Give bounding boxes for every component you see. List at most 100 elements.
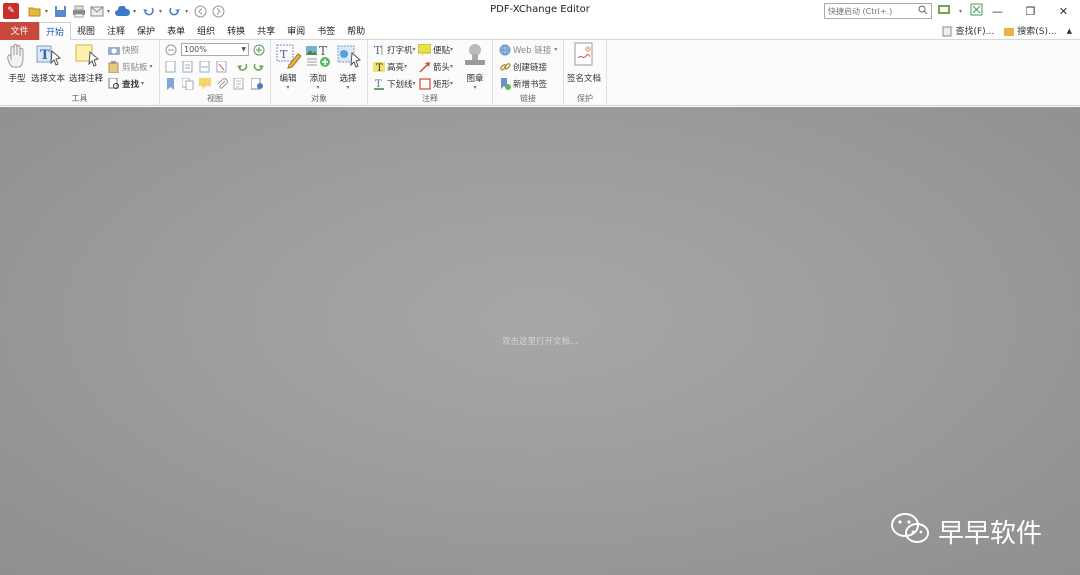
arrow-button[interactable]: 箭头 ▾ [418,59,453,74]
bookmark-panel-icon[interactable] [165,78,178,91]
find-label: 查找(F)... [955,27,995,37]
clipboard-icon [107,60,120,73]
tab-protect[interactable]: 保护 [131,22,161,40]
update-icon[interactable] [937,4,951,19]
attachments-panel-icon[interactable] [216,78,229,91]
cloud-dropdown-icon[interactable]: ▾ [133,8,136,15]
sign-document-button[interactable]: 签名文档 [567,42,601,84]
settings-page-icon[interactable] [250,77,264,91]
open-icon[interactable] [27,4,42,19]
minimize-button[interactable]: — [981,0,1014,22]
hand-icon [4,42,30,70]
cloud-icon[interactable] [115,4,131,19]
tab-view[interactable]: 视图 [71,22,101,40]
open-document-hint: 双击这里打开文档... [501,337,579,347]
rectangle-button[interactable]: 矩形 ▾ [418,76,453,91]
zoom-out-icon[interactable] [165,44,178,57]
arrow-label: 箭头 [433,62,451,73]
quick-launch-input[interactable] [828,6,916,16]
fit-width-icon[interactable] [199,60,212,74]
clipboard-button[interactable]: 剪贴板 ▾ [107,59,153,74]
underline-button[interactable]: T 下划线 ▾ [372,76,416,91]
thumbnails-icon[interactable] [233,77,246,91]
print-icon[interactable] [71,4,86,19]
typewriter-button[interactable]: T 打字机 ▾ [372,42,416,57]
save-icon[interactable] [53,4,68,19]
restore-button[interactable]: ❐ [1014,0,1047,22]
search-icon[interactable] [918,5,928,18]
close-button[interactable]: ✕ [1047,0,1080,22]
typewriter-icon: T [372,43,385,56]
add-button[interactable]: T 添加 ▾ [305,42,331,91]
hand-tool-button[interactable]: 手型 [4,42,30,84]
undo-icon[interactable] [141,4,156,19]
new-bookmark-button[interactable]: 新增书签 [498,76,547,91]
select-object-button[interactable]: 选择 ▾ [335,42,361,91]
rotate-left-icon[interactable] [236,61,249,74]
file-menu-tab[interactable]: 文件 [0,21,39,40]
tab-convert[interactable]: 转换 [221,22,251,40]
snapshot-button[interactable]: 快照 [107,42,139,57]
update-dropdown-icon[interactable]: ▾ [959,8,962,15]
document-workspace[interactable]: 双击这里打开文档... 早早软件 [0,107,1080,575]
highlight-button[interactable]: T 高亮 ▾ [372,59,407,74]
tab-help[interactable]: 帮助 [341,22,371,40]
select-text-icon: T [35,42,61,70]
select-text-button[interactable]: T 选择文本 [31,42,65,84]
add-dropdown-icon: ▾ [316,84,320,91]
single-page-icon[interactable] [165,60,178,74]
search-folder-icon [1004,26,1015,37]
undo-dropdown-icon[interactable]: ▾ [159,8,162,15]
back-icon[interactable] [193,4,208,19]
zoom-in-icon[interactable] [253,44,266,57]
comments-panel-icon[interactable] [199,78,212,91]
sign-document-label: 签名文档 [567,74,602,84]
email-dropdown-icon[interactable]: ▾ [107,8,110,15]
zoom-level-select[interactable]: 100% ▼ [181,43,249,56]
link-icon [498,60,511,73]
group-protect-label: 保护 [577,94,593,103]
rectangle-label: 矩形 [433,79,451,90]
open-dropdown-icon[interactable]: ▾ [45,8,48,15]
sticky-note-icon [418,43,431,56]
group-tools: 手型 T 选择文本 选择注释 快照 剪贴板 ▾ 查找 ▾ 工具 [0,40,160,106]
tab-organize[interactable]: 组织 [191,22,221,40]
search-label: 搜索(S)... [1017,27,1057,37]
title-bar: ✎ ▾ ▾ ▾ ▾ ▾ PDF-XChange Editor 快捷启动 (Ctr… [0,0,1080,22]
find-button[interactable]: 查找(F)... [942,24,994,37]
forward-icon[interactable] [211,4,226,19]
app-logo-icon[interactable]: ✎ [3,3,19,19]
email-icon[interactable] [89,4,104,19]
sticky-note-button[interactable]: 便贴 ▾ [418,42,453,57]
tab-review[interactable]: 审阅 [281,22,311,40]
tab-bookmarks[interactable]: 书签 [311,22,341,40]
select-object-icon [335,42,361,70]
select-annotation-button[interactable]: 选择注释 [69,42,103,84]
pages-panel-icon[interactable] [181,77,195,91]
rotate-right-icon[interactable] [253,61,266,74]
wechat-icon [890,511,930,552]
edit-dropdown-icon: ▾ [286,84,290,91]
actual-size-icon[interactable] [216,60,229,74]
redo-icon[interactable] [167,4,182,19]
collapse-ribbon-icon[interactable]: ▲ [1067,27,1072,35]
quick-launch-box[interactable] [824,3,932,19]
zoom-level-value: 100% [184,45,207,54]
svg-text:T: T [319,44,327,58]
web-links-button[interactable]: Web 链接 ▾ [498,42,557,57]
tab-comment[interactable]: 注释 [101,22,131,40]
tab-form[interactable]: 表单 [161,22,191,40]
group-links: Web 链接 ▾ 创建链接 新增书签 链接 [493,40,564,106]
clipboard-dropdown-icon: ▾ [149,63,153,70]
fit-page-icon[interactable] [182,60,195,74]
edit-button[interactable]: T 编辑 ▾ [275,42,301,91]
redo-dropdown-icon[interactable]: ▾ [185,8,188,15]
watermark: 早早软件 [890,511,1042,552]
tab-share[interactable]: 共享 [251,22,281,40]
create-link-button[interactable]: 创建链接 [498,59,547,74]
search-button[interactable]: 搜索(S)... [1004,24,1057,37]
stamp-button[interactable]: 图章 ▾ [462,42,488,91]
find-tool-button[interactable]: 查找 ▾ [107,76,144,91]
zoom-dropdown-icon[interactable]: ▼ [241,44,246,55]
tab-home[interactable]: 开始 [39,21,72,41]
